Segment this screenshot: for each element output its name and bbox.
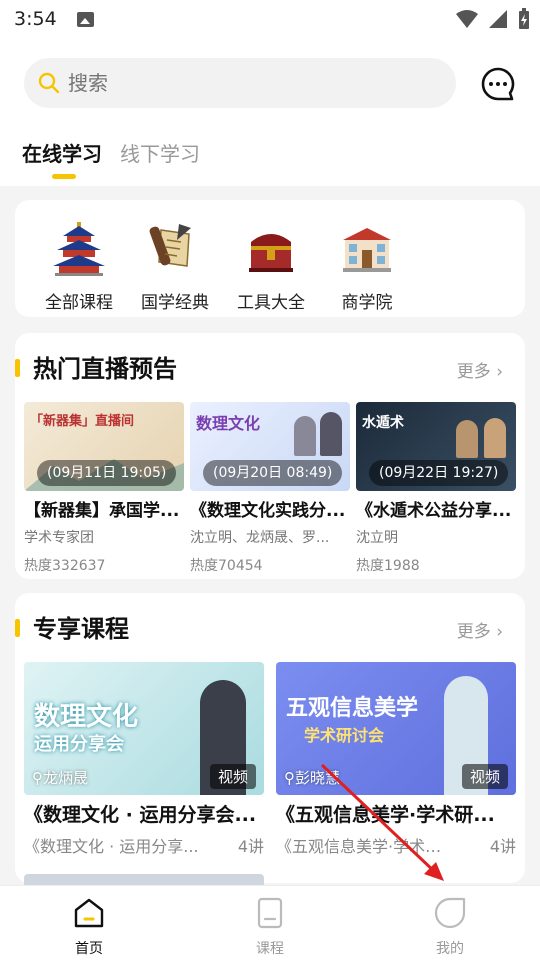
hot-live-section: 热门直播预告 更多 › 「新器集」直播间 (09月11日 19:05) 【新器集…	[15, 333, 525, 579]
category-card: 全部课程 国学经典 工具大全 商学院	[15, 200, 525, 317]
tab-online-learning[interactable]: 在线学习	[22, 138, 102, 167]
category-label: 工具大全	[237, 293, 305, 313]
course-item[interactable]: 数理文化 运用分享会 ⚲龙炳晟 视频 《数理文化 · 运用分享会... 《数理文…	[24, 662, 264, 857]
thumbnail-banner-text: 学术研讨会	[304, 726, 385, 745]
thumbnail-banner-text: 数理文化	[196, 414, 261, 433]
status-icons	[456, 8, 530, 30]
course-author: ⚲彭晓慧	[284, 769, 341, 787]
speaker-figure	[456, 420, 478, 458]
live-item[interactable]: 「新器集」直播间 (09月11日 19:05) 【新器集】承国学... 学术专家…	[24, 402, 184, 575]
live-host: 沈立明、龙炳晟、罗...	[190, 530, 330, 546]
profile-icon	[434, 897, 466, 929]
home-icon	[74, 898, 104, 928]
live-heat: 热度70454	[190, 558, 263, 574]
section-accent-bar	[15, 619, 20, 637]
section-title: 专享课程	[33, 615, 129, 643]
live-thumbnail: 数理文化 (09月20日 08:49)	[190, 402, 350, 491]
category-label: 国学经典	[141, 293, 209, 313]
section-accent-bar	[15, 359, 20, 377]
live-thumbnail: 水遁术 (09月22日 19:27)	[356, 402, 516, 491]
category-classics[interactable]: 国学经典	[127, 220, 223, 313]
bottom-nav: 首页 课程 我的	[0, 885, 540, 960]
lesson-count: 4讲	[489, 837, 516, 856]
course-author: ⚲龙炳晟	[32, 769, 89, 787]
nav-label: 首页	[75, 941, 103, 957]
course-title: 《五观信息美学·学术研...	[276, 804, 495, 826]
section-title: 热门直播预告	[33, 355, 177, 383]
signal-icon	[489, 10, 507, 28]
category-business-school[interactable]: 商学院	[319, 220, 415, 313]
lesson-count: 4讲	[237, 837, 264, 856]
course-meta: 《五观信息美学·学术研... 4讲	[276, 833, 516, 857]
live-title: 【新器集】承国学...	[24, 501, 180, 521]
video-badge: 视频	[461, 764, 508, 789]
live-item[interactable]: 数理文化 (09月20日 08:49) 《数理文化实践分... 沈立明、龙炳晟、…	[190, 402, 350, 575]
course-description: 《数理文化 · 运用分享...	[24, 837, 199, 856]
thumbnail-banner-text: 「新器集」直播间	[30, 414, 135, 429]
course-thumbnail: 五观信息美学 学术研讨会 ⚲彭晓慧 视频	[276, 662, 516, 795]
image-notification-icon	[76, 11, 94, 27]
exclusive-courses-section: 专享课程 更多 › 数理文化 运用分享会 ⚲龙炳晟 视频 《数理文化 · 运用分…	[15, 593, 525, 883]
category-label: 商学院	[341, 293, 393, 313]
scroll-icon	[149, 224, 191, 267]
live-thumbnail: 「新器集」直播间 (09月11日 19:05)	[24, 402, 184, 491]
search-bar[interactable]	[24, 58, 456, 108]
nav-profile[interactable]: 我的	[405, 896, 495, 958]
category-label: 全部课程	[45, 293, 113, 313]
active-tab-indicator	[52, 174, 76, 179]
learning-tabs: 在线学习 线下学习	[22, 138, 200, 167]
live-heat: 热度332637	[24, 558, 106, 574]
nav-label: 我的	[436, 941, 464, 957]
live-start-time: (09月22日 19:27)	[369, 460, 509, 486]
book-icon	[257, 897, 283, 929]
course-title: 《数理文化 · 运用分享会...	[24, 804, 257, 826]
message-icon[interactable]	[480, 66, 516, 102]
course-description: 《五观信息美学·学术研...	[276, 837, 456, 856]
speaker-figure	[294, 416, 316, 456]
search-icon	[38, 72, 60, 94]
treasure-chest-icon	[249, 234, 293, 272]
course-thumbnail: 数理文化 运用分享会 ⚲龙炳晟 视频	[24, 662, 264, 795]
course-meta: 《数理文化 · 运用分享... 4讲	[24, 833, 264, 857]
section-header: 热门直播预告 更多 ›	[15, 349, 525, 385]
live-title: 《水遁术公益分享...	[356, 501, 512, 521]
live-item[interactable]: 水遁术 (09月22日 19:27) 《水遁术公益分享... 沈立明 热度198…	[356, 402, 516, 575]
tab-offline-learning[interactable]: 线下学习	[120, 138, 200, 167]
wifi-icon	[456, 10, 478, 28]
live-start-time: (09月20日 08:49)	[203, 460, 343, 486]
more-link[interactable]: 更多 ›	[457, 617, 503, 642]
course-item[interactable]: 五观信息美学 学术研讨会 ⚲彭晓慧 视频 《五观信息美学·学术研... 《五观信…	[276, 662, 516, 857]
thumbnail-banner-text: 数理文化	[34, 702, 139, 732]
section-header: 专享课程 更多 ›	[15, 609, 525, 645]
category-all-courses[interactable]: 全部课程	[31, 220, 127, 313]
nav-courses[interactable]: 课程	[225, 896, 315, 958]
more-link[interactable]: 更多 ›	[457, 357, 503, 382]
live-title: 《数理文化实践分...	[190, 501, 346, 521]
live-host: 沈立明	[356, 530, 398, 546]
thumbnail-banner-text: 五观信息美学	[286, 696, 419, 721]
thumbnail-banner-text: 运用分享会	[34, 734, 124, 755]
school-building-icon	[343, 228, 391, 272]
thumbnail-banner-text: 水遁术	[362, 415, 404, 431]
live-start-time: (09月11日 19:05)	[37, 460, 177, 486]
speaker-figure	[484, 418, 506, 458]
video-badge: 视频	[209, 764, 256, 789]
category-tools[interactable]: 工具大全	[223, 220, 319, 313]
speaker-figure	[320, 412, 342, 456]
temple-icon	[53, 222, 105, 276]
header: 在线学习 线下学习	[0, 38, 540, 186]
live-heat: 热度1988	[356, 558, 420, 574]
nav-home[interactable]: 首页	[44, 896, 134, 958]
status-time: 3:54	[14, 8, 57, 30]
battery-icon	[519, 8, 529, 29]
status-bar: 3:54	[0, 0, 540, 38]
search-input[interactable]	[68, 71, 398, 95]
nav-label: 课程	[256, 941, 284, 957]
live-host: 学术专家团	[24, 530, 94, 546]
